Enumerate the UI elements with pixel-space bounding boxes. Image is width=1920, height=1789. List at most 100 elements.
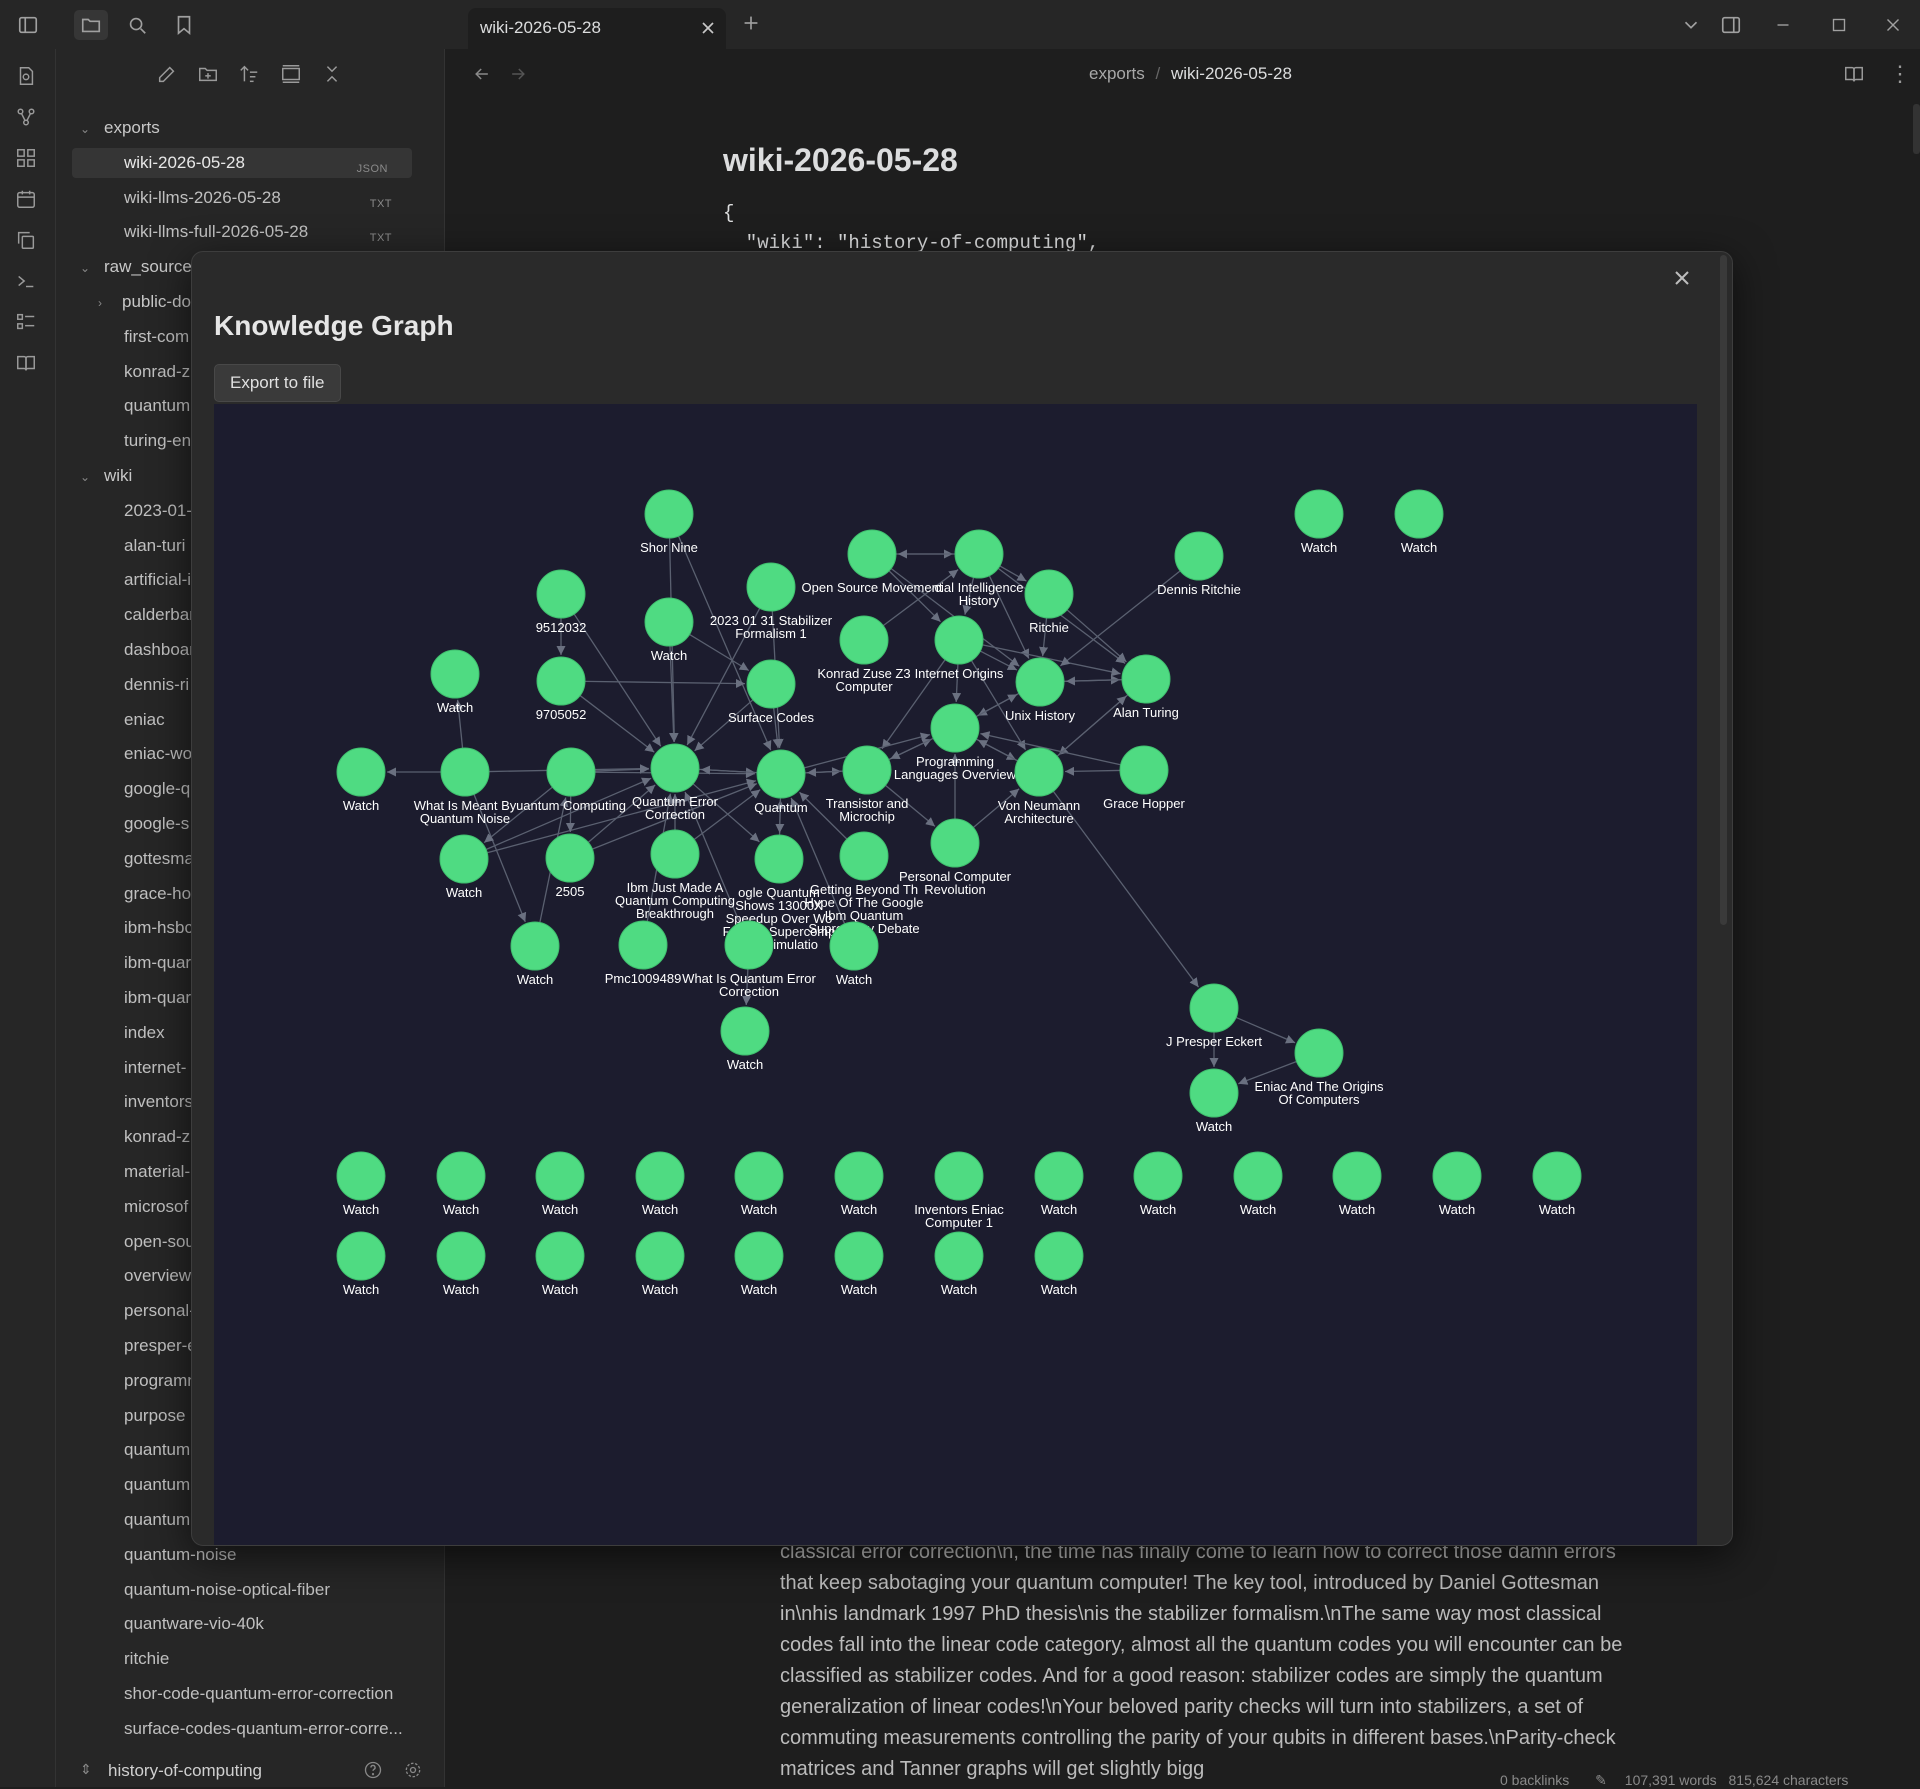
new-note-icon[interactable] xyxy=(156,63,180,87)
graph-node-circle[interactable] xyxy=(1533,1152,1581,1200)
graph-node-circle[interactable] xyxy=(840,832,888,880)
modal-scrollbar[interactable] xyxy=(1720,255,1727,925)
graph-node-circle[interactable] xyxy=(511,922,559,970)
graph-node-circle[interactable] xyxy=(1134,1152,1182,1200)
graph-node-circle[interactable] xyxy=(721,1007,769,1055)
breadcrumb-folder[interactable]: exports xyxy=(1089,64,1145,83)
graph-node[interactable]: Internet Origins xyxy=(915,616,1004,681)
graph-node-circle[interactable] xyxy=(1190,1069,1238,1117)
graph-node-circle[interactable] xyxy=(651,744,699,792)
graph-canvas[interactable]: Shor NineWatchWatchOpen Source Movementc… xyxy=(214,404,1697,1545)
graph-node-circle[interactable] xyxy=(1234,1152,1282,1200)
graph-node[interactable]: Watch xyxy=(511,922,559,987)
graph-node[interactable]: Ibm Just Made AQuantum ComputingBreakthr… xyxy=(615,830,735,921)
vault-switcher[interactable]: ⇕ history-of-computing xyxy=(56,1755,444,1787)
graph-node-circle[interactable] xyxy=(935,616,983,664)
calendar-icon[interactable] xyxy=(15,188,39,212)
graph-node-circle[interactable] xyxy=(437,1232,485,1280)
graph-node[interactable]: Watch xyxy=(735,1152,783,1217)
graph-node-circle[interactable] xyxy=(1035,1152,1083,1200)
graph-node-circle[interactable] xyxy=(1395,490,1443,538)
graph-node-circle[interactable] xyxy=(536,1232,584,1280)
graph-node[interactable]: 9705052 xyxy=(536,657,587,722)
graph-node-circle[interactable] xyxy=(848,530,896,578)
graph-node[interactable]: Quantum ErrorCorrection xyxy=(632,744,719,822)
graph-node[interactable]: Unix History xyxy=(1005,658,1076,723)
graph-node-circle[interactable] xyxy=(1015,748,1063,796)
graph-node-circle[interactable] xyxy=(437,1152,485,1200)
graph-node-circle[interactable] xyxy=(935,1232,983,1280)
file-item[interactable]: wiki-llms-2026-05-28TXT xyxy=(56,183,416,213)
graph-node[interactable]: Watch xyxy=(1035,1232,1083,1297)
sort-icon[interactable] xyxy=(238,63,262,87)
graph-node-circle[interactable] xyxy=(1333,1152,1381,1200)
graph-node-circle[interactable] xyxy=(636,1232,684,1280)
graph-node-circle[interactable] xyxy=(757,750,805,798)
graph-node[interactable]: Watch xyxy=(1333,1152,1381,1217)
graph-node[interactable]: J Presper Eckert xyxy=(1166,984,1262,1049)
graph-node[interactable]: Watch xyxy=(337,1232,385,1297)
chevron-down-icon[interactable]: ⌄ xyxy=(80,253,94,283)
file-item[interactable]: ritchie xyxy=(56,1644,416,1674)
file-item[interactable]: surface-codes-quantum-error-corre... xyxy=(56,1714,416,1744)
search-icon[interactable] xyxy=(124,12,150,38)
graph-node[interactable]: Getting Beyond ThHype Of The GoogleIbm Q… xyxy=(805,832,924,936)
collapse-icon[interactable] xyxy=(280,63,304,87)
graph-node[interactable]: Von NeumannArchitecture xyxy=(998,748,1080,826)
chevron-down-icon[interactable] xyxy=(1678,12,1704,38)
graph-node[interactable]: Inventors EniacComputer 1 xyxy=(914,1152,1004,1230)
graph-node[interactable]: 2023 01 31 StabilizerFormalism 1 xyxy=(710,563,833,641)
graph-node-circle[interactable] xyxy=(636,1152,684,1200)
close-icon[interactable] xyxy=(1670,266,1696,292)
maximize-icon[interactable] xyxy=(1826,12,1852,38)
graph-node[interactable]: ProgrammingLanguages Overview xyxy=(894,704,1017,782)
book-icon[interactable] xyxy=(15,352,39,376)
graph-node[interactable]: Watch xyxy=(536,1232,584,1297)
graph-node-circle[interactable] xyxy=(1016,658,1064,706)
folder-icon[interactable] xyxy=(74,10,108,40)
graph-node-circle[interactable] xyxy=(337,1152,385,1200)
file-item[interactable]: wiki-2026-05-28JSON xyxy=(72,148,412,178)
graph-node-circle[interactable] xyxy=(1120,746,1168,794)
graph-node-circle[interactable] xyxy=(955,530,1003,578)
graph-node-circle[interactable] xyxy=(931,819,979,867)
backlinks-count[interactable]: 0 backlinks xyxy=(1500,1772,1569,1788)
bookmark-icon[interactable] xyxy=(171,12,197,38)
new-folder-icon[interactable] xyxy=(197,63,221,87)
reading-mode-icon[interactable] xyxy=(1843,63,1867,87)
graph-node-circle[interactable] xyxy=(735,1152,783,1200)
chevron-down-icon[interactable]: ⌄ xyxy=(80,114,94,144)
file-item[interactable]: wiki-llms-full-2026-05-28TXT xyxy=(56,217,416,247)
copy-icon[interactable] xyxy=(15,229,39,253)
graph-node[interactable]: 9512032 xyxy=(536,570,587,635)
graph-node[interactable]: Watch xyxy=(636,1232,684,1297)
graph-node[interactable]: Watch xyxy=(437,1152,485,1217)
graph-node[interactable]: Watch xyxy=(830,922,878,987)
graph-node[interactable]: Open Source Movement xyxy=(802,530,943,595)
graph-node-circle[interactable] xyxy=(1035,1232,1083,1280)
graph-node-circle[interactable] xyxy=(725,921,773,969)
graph-node-circle[interactable] xyxy=(1190,984,1238,1032)
graph-node[interactable]: Watch xyxy=(1035,1152,1083,1217)
forward-arrow-icon[interactable] xyxy=(508,64,530,86)
graph-node[interactable]: Watch xyxy=(1190,1069,1238,1134)
graph-node[interactable]: Watch xyxy=(735,1232,783,1297)
graph-node[interactable]: Pmc1009489 xyxy=(605,921,682,986)
graph-node[interactable]: Dennis Ritchie xyxy=(1157,532,1241,597)
folder-item[interactable]: ⌄exports xyxy=(56,113,416,143)
graph-node[interactable]: 2505 xyxy=(546,834,594,899)
graph-node[interactable]: Watch xyxy=(721,1007,769,1072)
graph-node[interactable]: Ritchie xyxy=(1025,570,1073,635)
sidebar-toggle-icon[interactable] xyxy=(15,12,41,38)
chevron-down-icon[interactable]: ⌄ xyxy=(80,462,94,492)
graph-node[interactable]: Watch xyxy=(337,748,385,813)
graph-node-circle[interactable] xyxy=(843,746,891,794)
graph-node-circle[interactable] xyxy=(441,748,489,796)
graph-node-circle[interactable] xyxy=(755,835,803,883)
graph-node[interactable]: Watch xyxy=(440,835,488,900)
graph-node[interactable]: Shor Nine xyxy=(640,490,698,555)
new-tab-icon[interactable] xyxy=(740,12,764,36)
graph-node-circle[interactable] xyxy=(735,1232,783,1280)
graph-node-circle[interactable] xyxy=(619,921,667,969)
graph-node-circle[interactable] xyxy=(651,830,699,878)
